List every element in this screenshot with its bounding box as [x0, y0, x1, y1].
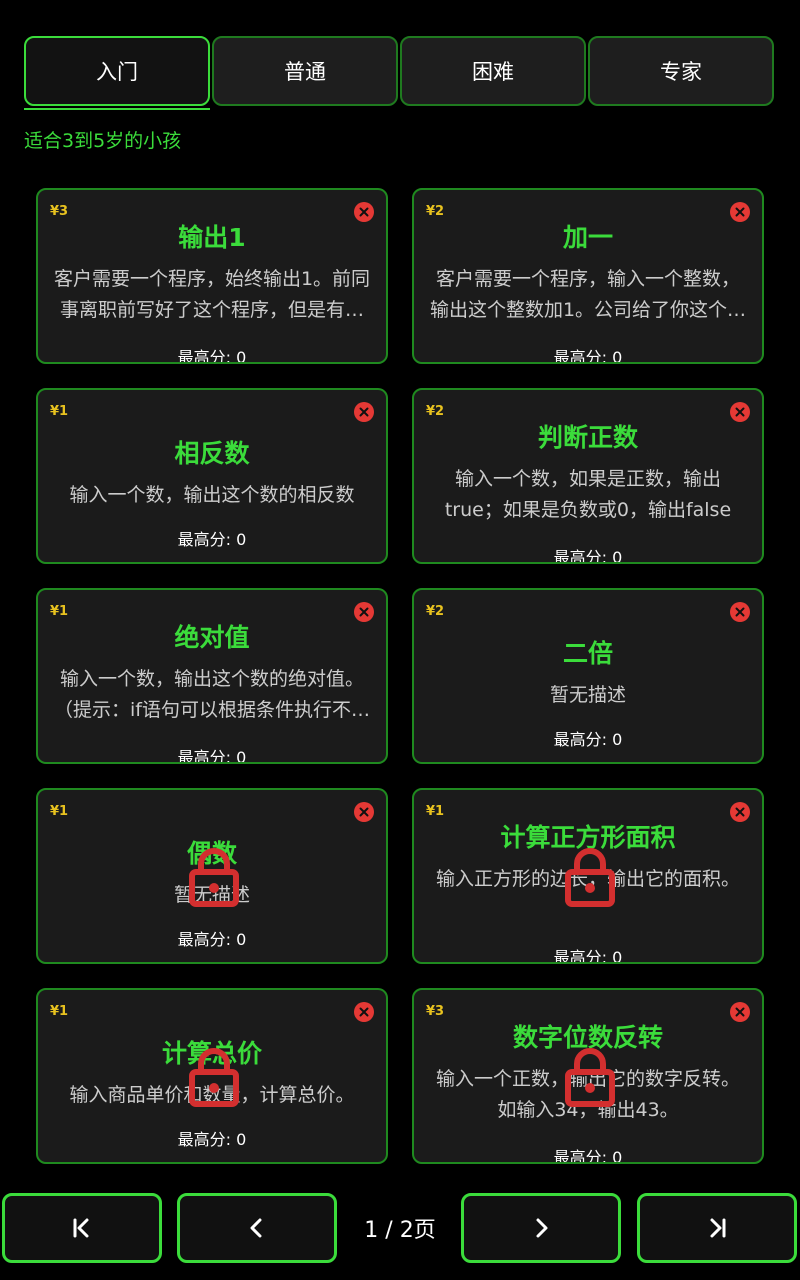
best-score: 最高分: 0 — [177, 1130, 247, 1149]
card-title: 加一 — [562, 223, 613, 252]
card-description: 输入一个数，输出这个数的绝对值。（提示：if语句可以根据条件执行不同的代码） — [54, 668, 370, 721]
close-icon[interactable] — [354, 1002, 374, 1022]
best-score: 最高分: 0 — [553, 548, 623, 564]
close-icon[interactable] — [730, 602, 750, 622]
lock-icon — [189, 1048, 239, 1107]
card-description: 客户需要一个程序，输入一个整数，输出这个整数加1。公司给了你这个任务 — [429, 268, 747, 321]
level-card-square-area[interactable]: ¥1 计算正方形面积 输入正方形的边长，输出它的面积。 最高分: 0 — [412, 788, 764, 964]
price-badge: ¥1 — [50, 604, 69, 619]
last-page-icon — [710, 1218, 726, 1238]
card-description: 输入一个数，如果是正数，输出true；如果是负数或0，输出false — [444, 468, 732, 521]
best-score: 最高分: 0 — [553, 730, 623, 749]
price-badge: ¥2 — [426, 404, 445, 419]
tab-label: 普通 — [284, 60, 326, 84]
lock-icon — [565, 848, 615, 907]
price-badge: ¥3 — [426, 1004, 445, 1019]
lock-icon — [189, 848, 239, 907]
tab-normal[interactable]: 普通 — [212, 36, 398, 106]
price-badge: ¥1 — [50, 804, 69, 819]
level-card-output-1[interactable]: ¥3 输出1 客户需要一个程序，始终输出1。前同事离职前写好了这个程序，但是有个… — [36, 188, 388, 364]
level-card-add-one[interactable]: ¥2 加一 客户需要一个程序，输入一个整数，输出这个整数加1。公司给了你这个任务… — [412, 188, 764, 364]
level-card-is-positive[interactable]: ¥2 判断正数 输入一个数，如果是正数，输出true；如果是负数或0，输出fal… — [412, 388, 764, 564]
best-score: 最高分: 0 — [553, 948, 623, 964]
card-description: 客户需要一个程序，始终输出1。前同事离职前写好了这个程序，但是有个bug — [53, 268, 371, 321]
chevron-left-icon — [250, 1218, 262, 1238]
next-page-button[interactable] — [461, 1193, 621, 1263]
card-title: 判断正数 — [537, 423, 638, 452]
best-score: 最高分: 0 — [177, 930, 247, 949]
page-indicator: 1 / 2页 — [364, 1218, 436, 1243]
tab-beginner[interactable]: 入门 — [24, 36, 210, 110]
card-description: 输入一个数，输出这个数的相反数 — [69, 484, 355, 506]
level-card-absolute[interactable]: ¥1 绝对值 输入一个数，输出这个数的绝对值。（提示：if语句可以根据条件执行不… — [36, 588, 388, 764]
price-badge: ¥2 — [426, 204, 445, 219]
best-score: 最高分: 0 — [553, 348, 623, 364]
best-score: 最高分: 0 — [177, 530, 247, 549]
tab-label: 专家 — [660, 60, 702, 84]
level-card-even[interactable]: ¥1 偶数 暂无描述 最高分: 0 — [36, 788, 388, 964]
card-title: 输出1 — [178, 223, 246, 252]
card-title: 绝对值 — [174, 623, 250, 652]
card-title: 相反数 — [174, 439, 250, 468]
difficulty-tabs: 入门 普通 困难 专家 — [24, 36, 776, 110]
card-description: 暂无描述 — [549, 684, 626, 706]
close-icon[interactable] — [354, 802, 374, 822]
best-score: 最高分: 0 — [553, 1148, 623, 1164]
level-card-opposite[interactable]: ¥1 相反数 输入一个数，输出这个数的相反数 最高分: 0 — [36, 388, 388, 564]
card-title: 二倍 — [562, 639, 613, 668]
price-badge: ¥1 — [426, 804, 445, 819]
first-page-icon — [73, 1218, 89, 1238]
tab-expert[interactable]: 专家 — [588, 36, 774, 106]
level-description: 适合3到5岁的小孩 — [24, 130, 182, 152]
tab-label: 困难 — [472, 60, 514, 84]
price-badge: ¥2 — [426, 604, 445, 619]
best-score: 最高分: 0 — [177, 748, 247, 764]
tab-hard[interactable]: 困难 — [400, 36, 586, 106]
prev-page-button[interactable] — [177, 1193, 337, 1263]
level-card-total-price[interactable]: ¥1 计算总价 输入商品单价和数量，计算总价。 最高分: 0 — [36, 988, 388, 1164]
best-score: 最高分: 0 — [177, 348, 247, 364]
tab-label: 入门 — [96, 60, 138, 84]
level-card-reverse-digits[interactable]: ¥3 数字位数反转 输入一个正数，输出它的数字反转。如输入34，输出43。 最高… — [412, 988, 764, 1164]
close-icon[interactable] — [354, 402, 374, 422]
price-badge: ¥1 — [50, 1004, 69, 1019]
first-page-button[interactable] — [2, 1193, 162, 1263]
last-page-button[interactable] — [637, 1193, 797, 1263]
lock-icon — [565, 1048, 615, 1107]
price-badge: ¥3 — [50, 204, 69, 219]
price-badge: ¥1 — [50, 404, 69, 419]
level-card-double[interactable]: ¥2 二倍 暂无描述 最高分: 0 — [412, 588, 764, 764]
chevron-right-icon — [536, 1218, 548, 1238]
